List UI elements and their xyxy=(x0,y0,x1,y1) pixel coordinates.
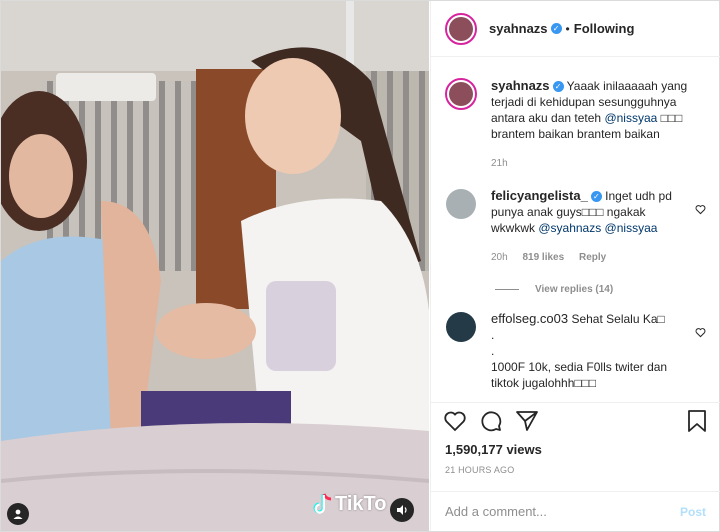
list-item: effolseg.co03 Sehat Selalu Ka□ . . 1000F… xyxy=(445,311,706,391)
view-replies-button[interactable]: View replies (14) xyxy=(495,284,706,295)
reply-button[interactable]: Reply xyxy=(579,252,606,263)
video-frame xyxy=(1,1,429,531)
add-comment-bar: Post xyxy=(431,491,720,531)
comment-body: effolseg.co03 Sehat Selalu Ka□ . . 1000F… xyxy=(491,311,706,391)
like-comment-heart-icon[interactable] xyxy=(695,204,706,218)
avatar[interactable] xyxy=(445,188,477,220)
comment-text-line: 1000F 10k, sedia F0lls twiter dan tiktok… xyxy=(491,360,668,390)
caption-username[interactable]: syahnazs xyxy=(491,78,550,93)
caption-time[interactable]: 21h xyxy=(491,158,508,169)
verified-badge-icon: ✓ xyxy=(550,23,562,34)
comment-likes[interactable]: 819 likes xyxy=(522,252,564,263)
comment-username[interactable]: effolseg.co03 xyxy=(491,311,568,326)
comment-body: felicyangelista_ ✓ Inget udh pd punya ana… xyxy=(491,188,706,266)
header-username[interactable]: syahnazs xyxy=(489,21,548,36)
verified-badge-icon: ✓ xyxy=(552,81,564,92)
video-player[interactable]: TikTo xyxy=(1,1,429,531)
comment-text-line: . xyxy=(491,328,495,342)
comment-text: Sehat Selalu Ka□ xyxy=(571,312,665,326)
comment-mentions[interactable]: @syahnazs @nissyaa xyxy=(538,221,657,235)
verified-badge-icon: ✓ xyxy=(590,191,602,202)
avatar[interactable] xyxy=(445,311,477,343)
instagram-post: TikTo syahnazs ✓ • Following syahnazs ✓ … xyxy=(0,0,720,532)
speaker-icon xyxy=(397,505,407,515)
like-comment-heart-icon[interactable] xyxy=(695,327,706,341)
separator-dot: • xyxy=(565,21,570,36)
list-item: felicyangelista_ ✓ Inget udh pd punya ana… xyxy=(445,188,706,266)
caption-body: syahnazs ✓ Yaaak inilaaaaah yang terjadi … xyxy=(491,78,706,172)
caption-meta: 21h xyxy=(491,156,690,172)
bookmark-icon[interactable] xyxy=(686,409,708,436)
comment-bubble-icon[interactable] xyxy=(479,409,503,436)
comment-list[interactable]: syahnazs ✓ Yaaak inilaaaaah yang terjadi … xyxy=(431,58,720,401)
watermark-text: TikTo xyxy=(335,492,387,515)
post-button[interactable]: Post xyxy=(680,505,706,519)
caption: syahnazs ✓ Yaaak inilaaaaah yang terjadi … xyxy=(445,78,706,172)
person-icon xyxy=(13,509,23,519)
replies-divider xyxy=(495,289,519,290)
view-count[interactable]: 1,590,177 views xyxy=(445,442,542,457)
comment-time[interactable]: 20h xyxy=(491,252,508,263)
post-timestamp[interactable]: 21 HOURS AGO xyxy=(445,465,514,475)
tiktok-logo-icon xyxy=(313,493,332,514)
share-send-icon[interactable] xyxy=(515,409,539,436)
comment-username[interactable]: felicyangelista_ xyxy=(491,188,588,203)
comment-text-line: . xyxy=(491,344,495,358)
post-header: syahnazs ✓ • Following xyxy=(431,1,720,57)
comment-input[interactable] xyxy=(445,504,680,519)
avatar[interactable] xyxy=(445,12,477,45)
avatar[interactable] xyxy=(445,78,477,110)
tiktok-watermark: TikTo xyxy=(309,491,386,517)
comments-panel: syahnazs ✓ • Following syahnazs ✓ Yaaak i… xyxy=(430,1,720,531)
following-button[interactable]: Following xyxy=(574,21,635,36)
action-bar xyxy=(431,402,720,442)
comment-meta: 20h 819 likes Reply xyxy=(491,250,690,266)
like-heart-icon[interactable] xyxy=(443,409,467,436)
view-replies-label[interactable]: View replies (14) xyxy=(535,284,613,295)
caption-mention[interactable]: @nissyaa xyxy=(604,111,657,125)
mute-button[interactable] xyxy=(390,498,414,522)
user-tag-button[interactable] xyxy=(7,503,29,525)
